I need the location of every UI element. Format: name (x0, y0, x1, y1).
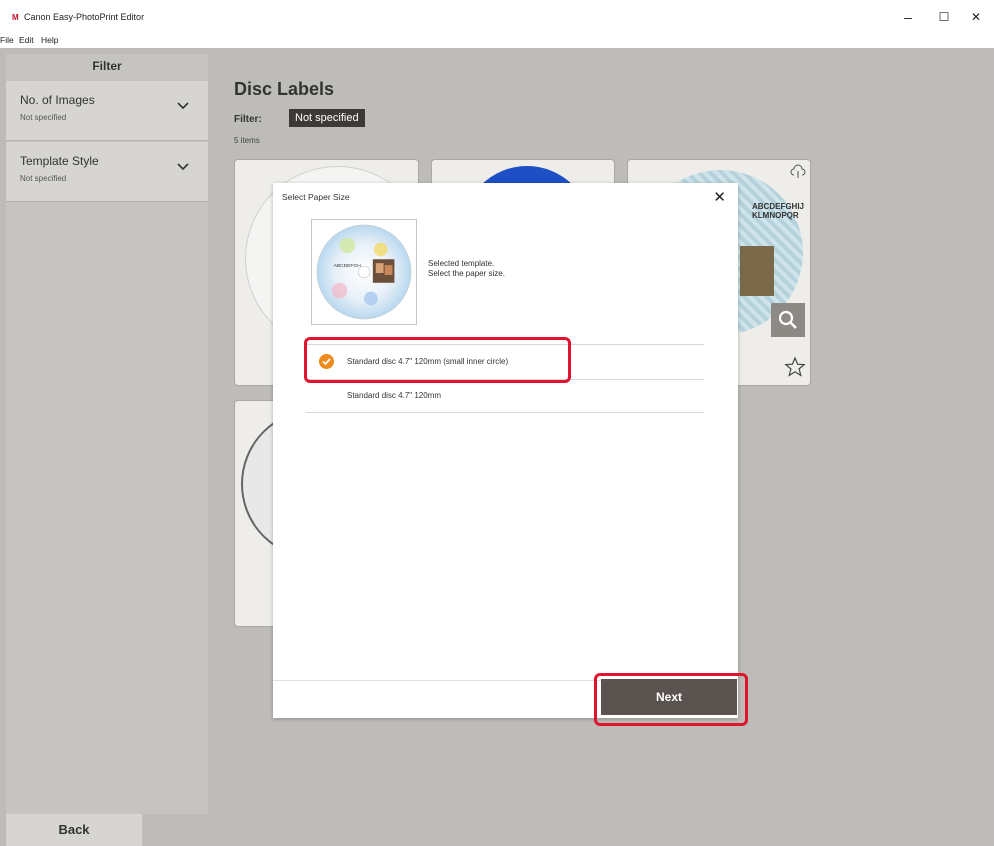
minimize-button[interactable]: – (894, 8, 922, 26)
filter-title: Template Style (20, 154, 99, 168)
option-label: Standard disc 4.7" 120mm (347, 391, 441, 400)
maximize-button[interactable]: ☐ (930, 8, 958, 26)
title-bar: M Canon Easy-PhotoPrint Editor – ☐ ✕ (0, 0, 994, 34)
page-title: Disc Labels (234, 79, 335, 99)
dialog-title: Select Paper Size (282, 192, 350, 202)
close-dialog-button[interactable]: ✕ (713, 188, 726, 206)
cloud-download-icon (790, 164, 806, 178)
zoom-button[interactable] (771, 303, 805, 337)
chevron-down-icon[interactable] (176, 101, 190, 111)
menu-bar: File Edit Help (0, 34, 994, 48)
menu-edit[interactable]: Edit (19, 35, 34, 45)
dialog-message: Selected template. Select the paper size… (428, 259, 505, 278)
item-count: 5 items (234, 136, 260, 145)
paper-option-standard[interactable]: Standard disc 4.7" 120mm (306, 379, 704, 413)
active-filter-chip: Not specified (289, 109, 365, 127)
filter-no-of-images[interactable]: No. of Images Not specified (6, 81, 208, 141)
favorite-star-icon[interactable] (784, 356, 806, 378)
disc-label-text: ABCDEFGHIJ KLMNOPQR (752, 202, 805, 220)
selected-template-thumbnail: ABCDEFGH (311, 219, 417, 325)
filter-template-style[interactable]: Template Style Not specified (6, 142, 208, 202)
disc-preview-text: ABCDEFGH (334, 263, 362, 269)
highlight-next-button (594, 673, 748, 726)
sidebar-heading: Filter (92, 59, 122, 73)
app-logo-icon: M (12, 13, 19, 22)
filter-value: Not specified (20, 113, 67, 122)
menu-help[interactable]: Help (41, 35, 58, 45)
disc-photo (740, 246, 774, 296)
menu-file[interactable]: File (0, 35, 14, 45)
magnifier-icon (778, 310, 797, 329)
filter-title: No. of Images (20, 93, 95, 107)
disc-preview-image: ABCDEFGH (316, 224, 412, 320)
bottom-bar: Back (0, 814, 994, 846)
highlight-selected-option (304, 337, 571, 383)
filter-label: Filter: (234, 114, 262, 125)
select-paper-size-dialog: Select Paper Size ✕ ABCDEFGH Selected te (273, 183, 738, 718)
divider (306, 412, 704, 413)
filter-value: Not specified (20, 174, 67, 183)
chevron-down-icon[interactable] (176, 162, 190, 172)
back-button[interactable]: Back (6, 814, 142, 846)
filter-sidebar: Filter No. of Images Not specified Templ… (6, 54, 208, 814)
window-title: Canon Easy-PhotoPrint Editor (24, 12, 145, 22)
close-window-button[interactable]: ✕ (962, 8, 990, 26)
